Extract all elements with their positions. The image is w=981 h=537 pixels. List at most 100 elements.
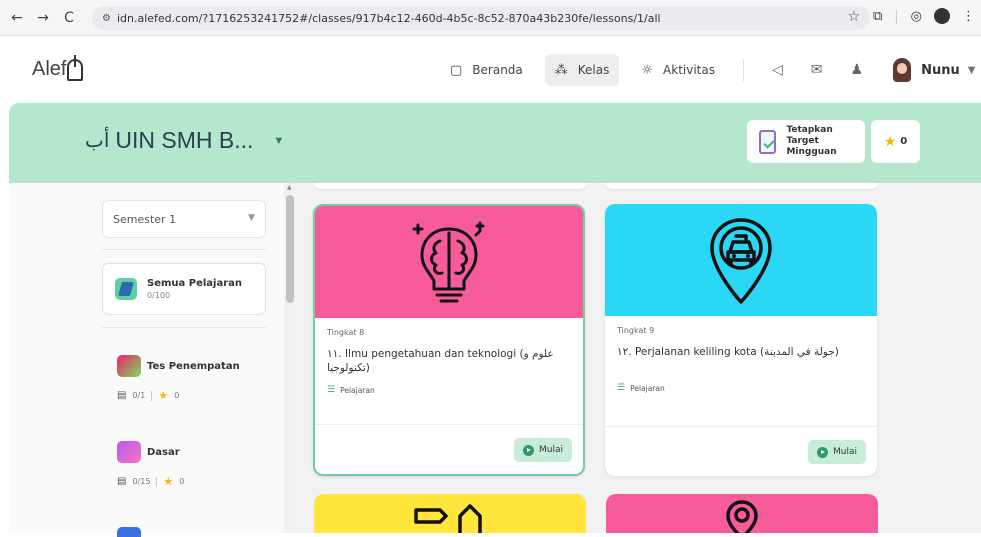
class-arabic-prefix: أب [85,130,110,152]
site-settings-icon[interactable]: ⚙ [102,13,111,24]
level-progress: 0/15 [132,477,151,486]
start-label: Mulai [539,445,563,455]
lesson-level: Tingkat 9 [617,326,655,335]
book-icon: ▤ [117,390,127,401]
lesson-title: ١١. Ilmu pengetahuan dan teknologi (علوم… [327,348,554,374]
semester-select[interactable]: Semester 1 ▼ [102,200,266,238]
forward-button[interactable]: → [32,7,54,29]
browser-toolbar: ← → C ⚙ idn.alefed.com/?1716253241752#/c… [0,0,981,36]
brain-lightbulb-icon [412,221,485,303]
all-lessons-progress: 0/100 [147,291,171,300]
back-button[interactable]: ← [6,7,28,29]
scroll-up-icon[interactable]: ▲ [287,184,292,191]
level-stars: 0 [174,391,180,400]
class-banner: أب UIN SMH B... ▼ Tetapkan Target Minggu… [9,103,981,183]
nav-label: Aktivitas [663,63,715,77]
activity-icon: ☼ [641,62,654,78]
logo-text: Alef [32,58,67,80]
mail-icon[interactable]: ✉ [811,62,823,78]
books-icon [115,278,137,300]
sidebar-divider [102,327,266,328]
lesson-card[interactable] [606,494,878,533]
stat-divider [156,476,158,487]
bell-icon[interactable]: ♟ [851,62,864,78]
toolbar-divider: | [894,8,899,24]
lesson-type: Pelajaran [630,383,665,393]
star-icon: ★ [158,389,169,402]
previous-card-edge [314,183,586,189]
lesson-card-footer: Mulai [605,426,877,476]
app-header: Alef ▢ Beranda ⁂ Kelas ☼ Aktivitas ◁ ✉ ♟… [0,37,981,103]
level-name: Tes Penempatan [147,360,240,372]
browser-menu-icon[interactable]: ⋮ [962,9,975,24]
megaphone-icon[interactable]: ◁ [772,62,783,78]
sidebar-divider [102,249,266,250]
history-icon[interactable]: ◎ [911,9,922,24]
star-count: ★ 0 [871,120,920,163]
logo-mark-icon [67,54,84,81]
lesson-title: ١٢. Perjalanan keliling kota (جولة في ال… [617,346,839,358]
nav-aktivitas[interactable]: ☼ Aktivitas [631,54,725,86]
sidebar-scrollbar[interactable]: ▲ [284,183,296,533]
all-lessons-title: Semua Pelajaran [147,278,243,289]
lesson-card[interactable]: Tingkat 9 ١٢. Perjalanan keliling kota (… [605,204,877,476]
scrollbar-thumb[interactable] [286,195,294,303]
start-lesson-button[interactable]: Mulai [808,440,866,464]
class-icon: ⁂ [554,62,568,78]
level-name: Dasar [147,446,180,458]
nav-kelas[interactable]: ⁂ Kelas [544,54,620,86]
nav-label: Kelas [577,63,610,77]
book-icon: ▤ [117,476,127,487]
alef-logo[interactable]: Alef [32,54,84,81]
chevron-down-icon[interactable]: ▼ [273,135,284,147]
lesson-card-image [605,204,877,316]
lesson-grid: Tingkat 8 ١١. Ilmu pengetahuan dan tekno… [296,183,981,533]
star-icon: ★ [163,475,174,488]
taxi-location-icon [710,218,772,304]
bookmark-star-icon[interactable]: ☆ [847,9,860,25]
lesson-level: Tingkat 8 [327,328,365,337]
reload-button[interactable]: C [58,7,80,29]
avatar[interactable] [893,58,912,82]
sidebar: Semester 1 ▼ Semua Pelajaran 0/100 Tes P… [9,183,284,537]
weekly-target-label: Tetapkan Target Mingguan [786,125,837,157]
extensions-icon[interactable]: ⧉ [873,9,882,24]
star-icon: ★ [883,133,897,150]
semester-value: Semester 1 [113,213,177,226]
nav-label: Beranda [472,63,523,77]
level-stars: 0 [179,477,185,486]
nav-beranda[interactable]: ▢ Beranda [440,54,533,86]
nav-divider [742,59,744,81]
username[interactable]: Nunu [921,63,960,78]
url-text: idn.alefed.com/?1716253241752#/classes/9… [116,11,661,25]
start-lesson-button[interactable]: Mulai [514,438,572,462]
all-lessons-card[interactable]: Semua Pelajaran 0/100 [102,263,266,315]
play-icon [523,444,534,456]
chevron-down-icon: ▼ [248,213,255,223]
clipboard-check-icon [759,129,777,154]
lesson-card-image [315,206,583,318]
lesson-type: Pelajaran [340,385,375,395]
lesson-type-icon: ☰ [617,383,626,393]
book-icon: ▢ [450,62,463,78]
level-badge-icon [117,441,141,463]
address-bar[interactable]: ⚙ idn.alefed.com/?1716253241752#/classes… [92,6,870,30]
stat-divider [151,390,153,401]
play-icon [817,446,828,458]
lesson-card-footer: Mulai [315,424,583,474]
chevron-down-icon[interactable]: ▼ [968,65,976,76]
lesson-card[interactable] [314,494,586,533]
top-navigation: ▢ Beranda ⁂ Kelas ☼ Aktivitas ◁ ✉ ♟ Nunu… [440,54,975,86]
level-badge-icon [117,527,141,537]
profile-avatar-icon[interactable] [934,8,950,24]
level-item-tes-penempatan[interactable]: Tes Penempatan ▤ 0/1 ★ 0 [117,355,240,402]
previous-card-edge [606,183,878,189]
level-progress: 0/1 [132,391,146,400]
lesson-card[interactable]: Tingkat 8 ١١. Ilmu pengetahuan dan tekno… [313,204,585,476]
level-badge-icon [117,355,141,377]
level-item-dasar[interactable]: Dasar ▤ 0/15 ★ 0 [117,441,184,488]
class-selector[interactable]: أب UIN SMH B... ▼ [85,127,284,154]
weekly-target-button[interactable]: Tetapkan Target Mingguan [747,120,865,163]
start-label: Mulai [833,447,857,457]
star-count-value: 0 [900,136,908,147]
